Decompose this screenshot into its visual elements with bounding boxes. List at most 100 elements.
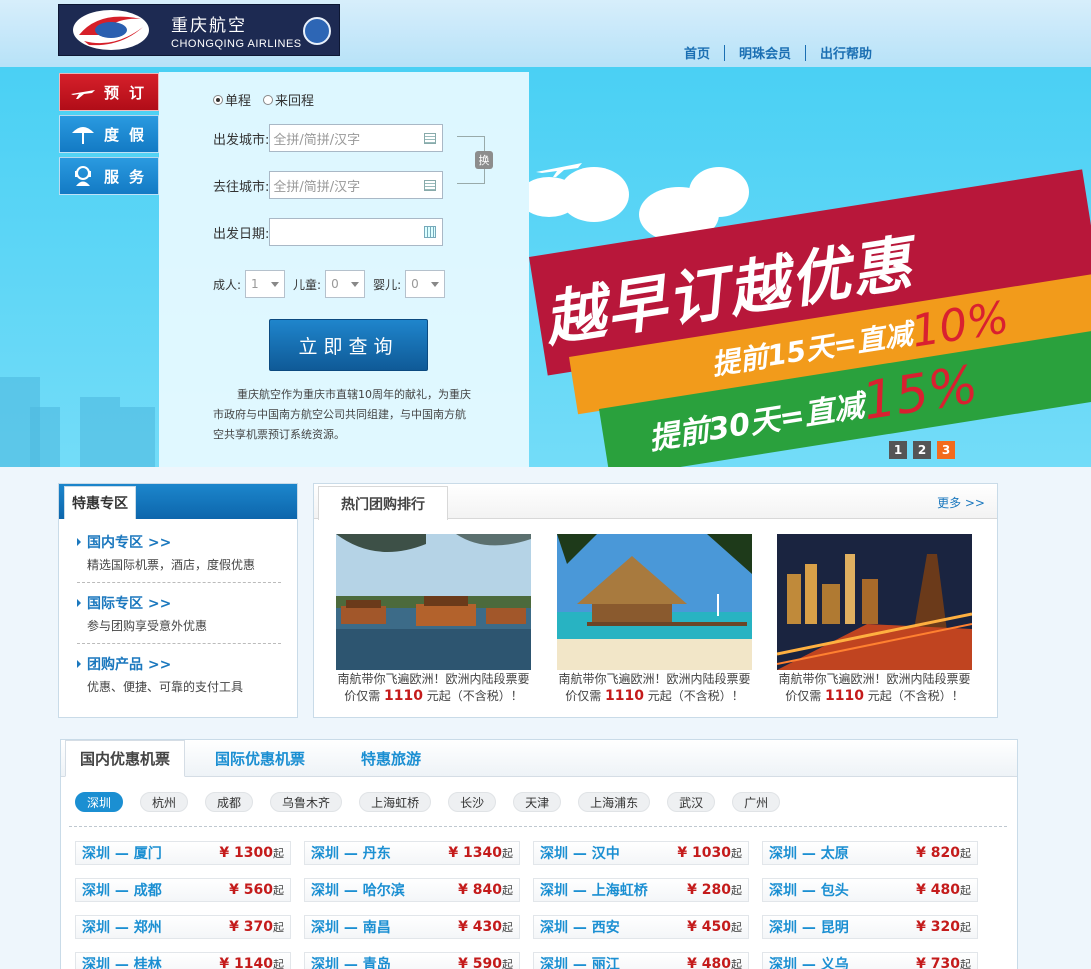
infant-count-select[interactable]: 0 bbox=[405, 270, 446, 298]
city-chip[interactable]: 上海虹桥 bbox=[359, 792, 432, 812]
departure-city-label: 出发城市: bbox=[213, 132, 270, 148]
special-offers-title[interactable]: 特惠专区 bbox=[64, 486, 136, 519]
city-list-icon[interactable] bbox=[424, 132, 437, 144]
arrival-city-row: 去往城市: 全拼/简拼/汉字 bbox=[213, 171, 444, 199]
promo-carousel[interactable]: 越早订越优惠 提前15天=直减 10% 提前30天=直减 15% 1 2 3 bbox=[529, 67, 1091, 467]
hero-banner: 预订 度假 服务 单程 来回程 出发城市: 全拼/简拼/汉字 去往城市: 全拼/… bbox=[0, 67, 1091, 467]
beach-hut-photo[interactable] bbox=[557, 534, 752, 670]
city-chip[interactable]: 杭州 bbox=[140, 792, 189, 812]
city-chip[interactable]: 武汉 bbox=[667, 792, 716, 812]
deals-tab-bar: 国内优惠机票 国际优惠机票 特惠旅游 bbox=[61, 740, 1017, 777]
umbrella-icon bbox=[70, 124, 96, 144]
arrival-city-input[interactable]: 全拼/简拼/汉字 bbox=[269, 171, 444, 199]
adult-count-select[interactable]: 1 bbox=[245, 270, 286, 298]
city-chip[interactable]: 长沙 bbox=[448, 792, 497, 812]
route-deal[interactable]: 深圳 — 南昌 ¥ 430起 bbox=[304, 915, 520, 939]
route-deal[interactable]: 深圳 — 青岛 ¥ 590起 bbox=[304, 952, 520, 969]
carousel-page-2[interactable]: 2 bbox=[913, 441, 931, 459]
special-item-group-buy[interactable]: 团购产品 >> 优惠、便捷、可靠的支付工具 bbox=[77, 654, 281, 704]
city-chip[interactable]: 深圳 bbox=[75, 792, 124, 812]
special-item-international[interactable]: 国际专区 >> 参与团购享受意外优惠 bbox=[77, 593, 281, 644]
airline-intro-text: 重庆航空作为重庆市直辖10周年的献礼，为重庆市政府与中国南方航空公司共同组建，与… bbox=[213, 388, 471, 441]
route-deal[interactable]: 深圳 — 义乌 ¥ 730起 bbox=[762, 952, 978, 969]
passenger-selector: 成人: 1 儿童: 0 婴儿: 0 bbox=[213, 270, 453, 298]
chevron-down-icon bbox=[351, 281, 360, 287]
route-deal[interactable]: 深圳 — 桂林 ¥ 1140起 bbox=[75, 952, 291, 969]
group-buy-caption: 南航带你飞遍欧洲！欧洲内陆段票要 价仅需 1110 元起（不含税）！ bbox=[778, 672, 971, 704]
logo-swirl-icon bbox=[59, 5, 159, 55]
route-deal[interactable]: 深圳 — 汉中 ¥ 1030起 bbox=[533, 841, 749, 865]
tab-international-deals[interactable]: 国际优惠机票 bbox=[201, 740, 319, 777]
city-bridge-night-photo[interactable] bbox=[777, 534, 972, 670]
carousel-pagination: 1 2 3 bbox=[883, 441, 955, 459]
side-tab-service[interactable]: 服务 bbox=[59, 157, 159, 195]
flight-deals-panel: 国内优惠机票 国际优惠机票 特惠旅游 深圳 杭州 成都 乌鲁木齐 上海虹桥 长沙… bbox=[60, 739, 1018, 969]
calendar-icon[interactable] bbox=[424, 226, 437, 238]
hot-group-buy-title[interactable]: 热门团购排行 bbox=[318, 486, 448, 520]
route-deal[interactable]: 深圳 — 丽江 ¥ 480起 bbox=[533, 952, 749, 969]
side-tab-booking[interactable]: 预订 bbox=[59, 73, 159, 111]
site-header: 重庆航空 CHONGQING AIRLINES 首页 明珠会员 出行帮助 bbox=[0, 0, 1091, 67]
city-filter: 深圳 杭州 成都 乌鲁木齐 上海虹桥 长沙 天津 上海浦东 武汉 广州 bbox=[75, 792, 797, 812]
logo-english-name: CHONGQING AIRLINES bbox=[171, 37, 302, 50]
city-chip[interactable]: 乌鲁木齐 bbox=[270, 792, 343, 812]
nav-member[interactable]: 明珠会员 bbox=[725, 43, 805, 62]
route-deal[interactable]: 深圳 — 西安 ¥ 450起 bbox=[533, 915, 749, 939]
group-buy-card[interactable]: 南航带你飞遍欧洲！欧洲内陆段票要 价仅需 1110 元起（不含税）！ bbox=[557, 534, 752, 705]
arrival-city-label: 去往城市: bbox=[213, 179, 270, 195]
route-deal[interactable]: 深圳 — 昆明 ¥ 320起 bbox=[762, 915, 978, 939]
top-navigation: 首页 明珠会员 出行帮助 bbox=[670, 43, 886, 62]
round-trip-label[interactable]: 来回程 bbox=[275, 90, 314, 109]
nav-help[interactable]: 出行帮助 bbox=[806, 43, 886, 62]
departure-date-input[interactable] bbox=[269, 218, 444, 246]
one-way-label[interactable]: 单程 bbox=[225, 90, 251, 109]
city-skyline-decoration bbox=[30, 407, 60, 467]
child-label: 儿童: bbox=[293, 277, 322, 292]
city-chip[interactable]: 上海浦东 bbox=[578, 792, 651, 812]
chevron-down-icon bbox=[431, 281, 440, 287]
airline-logo[interactable]: 重庆航空 CHONGQING AIRLINES bbox=[58, 4, 340, 56]
route-deal[interactable]: 深圳 — 上海虹桥 ¥ 280起 bbox=[533, 878, 749, 902]
side-tab-vacation[interactable]: 度假 bbox=[59, 115, 159, 153]
group-buy-caption: 南航带你飞遍欧洲！欧洲内陆段票要 价仅需 1110 元起（不含税）！ bbox=[558, 672, 751, 704]
tab-domestic-deals[interactable]: 国内优惠机票 bbox=[65, 740, 185, 777]
hot-group-buy-panel: 热门团购排行 更多 >> 南航带你飞遍欧洲！欧洲内陆段票要 价仅需 1110 元… bbox=[313, 483, 998, 718]
service-icon bbox=[70, 166, 96, 186]
round-trip-radio[interactable] bbox=[263, 94, 274, 105]
search-flights-button[interactable]: 立即查询 bbox=[269, 319, 428, 371]
chevron-down-icon bbox=[271, 281, 280, 287]
more-link[interactable]: 更多 >> bbox=[937, 494, 985, 511]
route-deal[interactable]: 深圳 — 包头 ¥ 480起 bbox=[762, 878, 978, 902]
city-chip[interactable]: 广州 bbox=[732, 792, 781, 812]
nav-home[interactable]: 首页 bbox=[670, 43, 724, 62]
one-way-radio[interactable] bbox=[213, 94, 223, 105]
city-chip[interactable]: 成都 bbox=[205, 792, 254, 812]
group-buy-price: 1110 bbox=[825, 688, 864, 704]
route-deal[interactable]: 深圳 — 厦门 ¥ 1300起 bbox=[75, 841, 291, 865]
airplane-icon bbox=[536, 163, 582, 177]
special-offers-panel: 特惠专区 国内专区 >> 精选国际机票，酒店，度假优惠 国际专区 >> 参与团购… bbox=[58, 483, 298, 718]
carousel-page-3[interactable]: 3 bbox=[937, 441, 955, 459]
cloud-decoration bbox=[689, 167, 749, 217]
route-deal[interactable]: 深圳 — 太原 ¥ 820起 bbox=[762, 841, 978, 865]
lake-pavilion-photo[interactable] bbox=[336, 534, 531, 670]
swap-cities-button[interactable]: 换 bbox=[475, 151, 493, 169]
departure-date-label: 出发日期: bbox=[213, 226, 270, 242]
group-buy-card[interactable]: 南航带你飞遍欧洲！欧洲内陆段票要 价仅需 1110 元起（不含税）！ bbox=[336, 534, 531, 705]
logo-chinese-name: 重庆航空 bbox=[171, 15, 247, 36]
group-buy-card[interactable]: 南航带你飞遍欧洲！欧洲内陆段票要 价仅需 1110 元起（不含税）！ bbox=[777, 534, 972, 705]
city-chip[interactable]: 天津 bbox=[513, 792, 562, 812]
special-item-domestic[interactable]: 国内专区 >> 精选国际机票，酒店，度假优惠 bbox=[77, 532, 281, 583]
city-skyline-decoration bbox=[80, 397, 120, 467]
departure-city-input[interactable]: 全拼/简拼/汉字 bbox=[269, 124, 444, 152]
city-skyline-decoration bbox=[120, 407, 155, 467]
plane-icon bbox=[70, 82, 96, 102]
route-deal[interactable]: 深圳 — 郑州 ¥ 370起 bbox=[75, 915, 291, 939]
child-count-select[interactable]: 0 bbox=[325, 270, 366, 298]
tab-travel-deals[interactable]: 特惠旅游 bbox=[341, 740, 441, 777]
city-list-icon[interactable] bbox=[424, 179, 437, 191]
route-deal[interactable]: 深圳 — 成都 ¥ 560起 bbox=[75, 878, 291, 902]
carousel-page-1[interactable]: 1 bbox=[889, 441, 907, 459]
route-deal[interactable]: 深圳 — 丹东 ¥ 1340起 bbox=[304, 841, 520, 865]
route-deal[interactable]: 深圳 — 哈尔滨 ¥ 840起 bbox=[304, 878, 520, 902]
